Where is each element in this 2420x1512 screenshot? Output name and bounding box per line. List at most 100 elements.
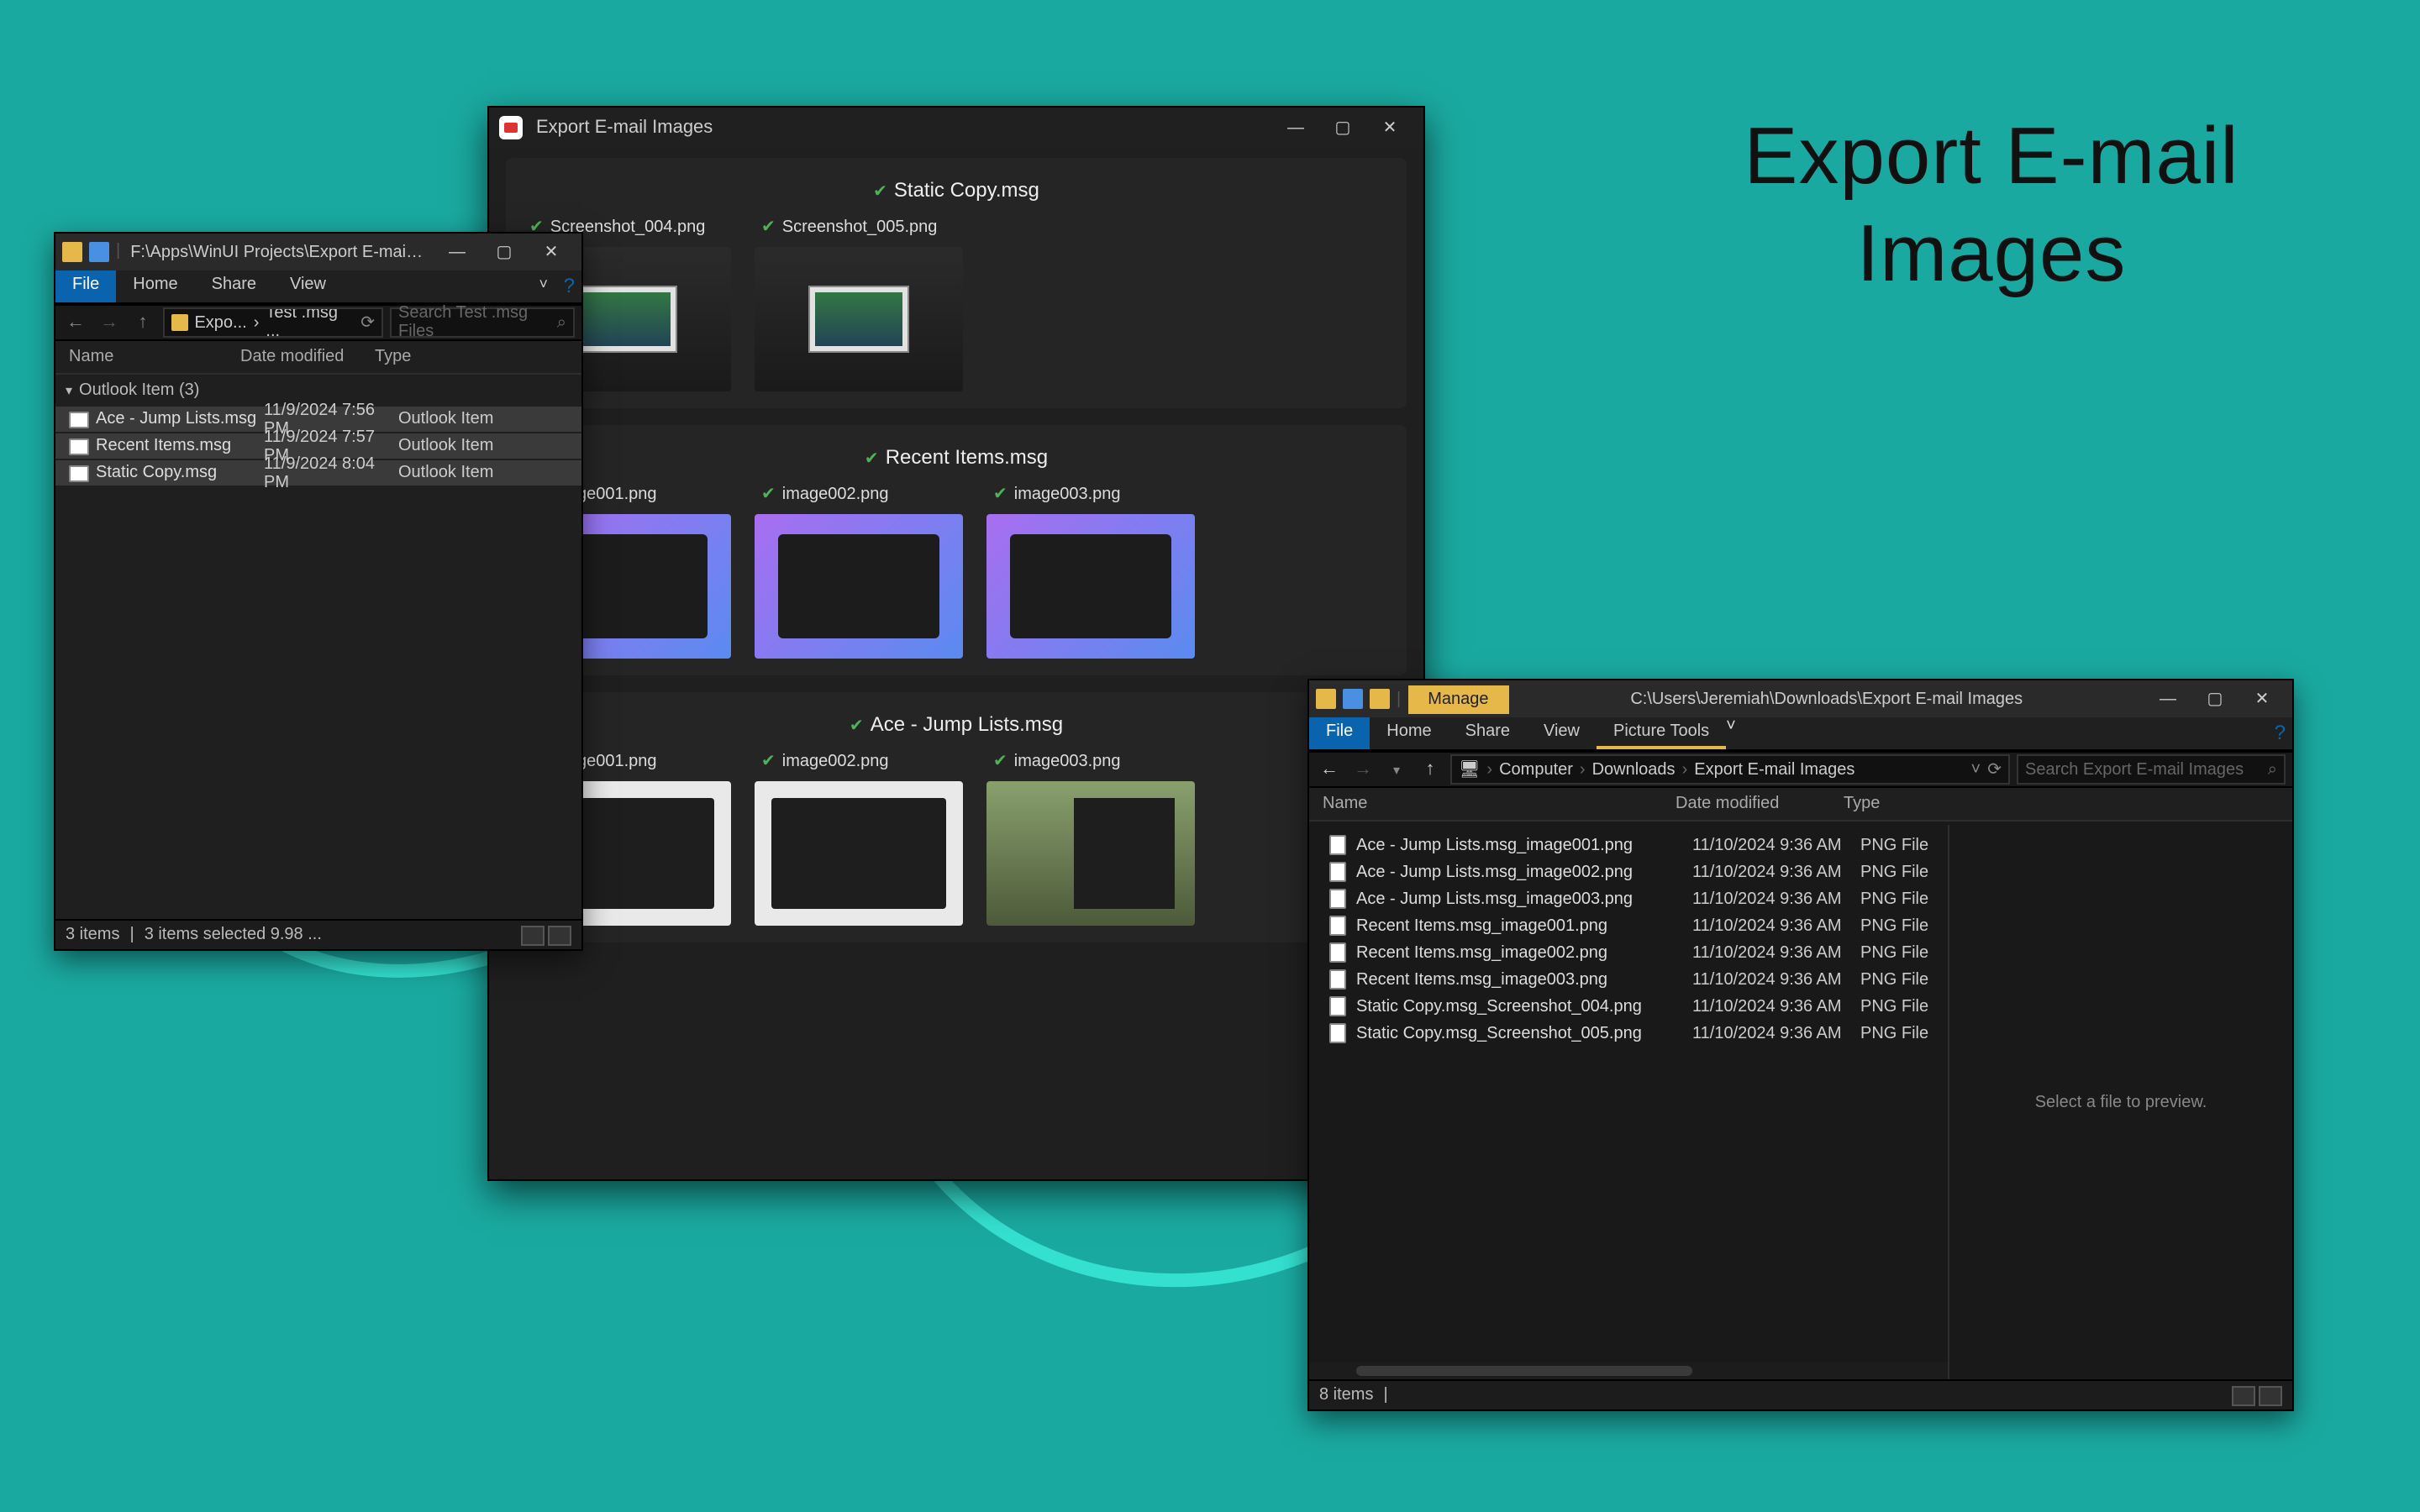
table-row[interactable]: Static Copy.msg_Screenshot_005.png 11/10… <box>1309 1020 1948 1047</box>
image-label: ✔image003.png <box>986 482 1195 507</box>
file-tab[interactable]: File <box>1309 717 1370 749</box>
horizontal-scrollbar[interactable] <box>1309 1362 1948 1379</box>
history-button[interactable]: ▾ <box>1383 762 1410 777</box>
status-bar: 8 items | <box>1309 1379 2292 1410</box>
image-item[interactable]: ✔image003.png <box>986 482 1195 659</box>
breadcrumb[interactable]: Expo... › Test .msg ... ⟳ <box>163 307 383 338</box>
file-date: 11/10/2024 9:36 AM <box>1692 890 1860 908</box>
home-tab[interactable]: Home <box>116 270 194 302</box>
table-row[interactable]: Ace - Jump Lists.msg_image001.png 11/10/… <box>1309 832 1948 858</box>
breadcrumb-seg[interactable]: Test .msg ... <box>266 307 354 338</box>
app-icon <box>499 116 523 139</box>
forward-button[interactable]: → <box>1349 759 1376 780</box>
image-thumbnail[interactable] <box>755 514 963 659</box>
search-placeholder: Search Export E-mail Images <box>2025 760 2244 779</box>
image-file-icon <box>1329 916 1346 936</box>
help-icon[interactable]: ? <box>2275 721 2286 744</box>
image-item[interactable]: ✔image002.png <box>755 749 963 926</box>
file-tab[interactable]: File <box>55 270 116 302</box>
forward-button[interactable]: → <box>96 312 123 333</box>
file-type: PNG File <box>1860 863 1948 881</box>
view-details-icon[interactable] <box>521 925 544 945</box>
breadcrumb-seg[interactable]: Expo... <box>194 313 246 332</box>
view-details-icon[interactable] <box>2232 1385 2255 1405</box>
share-tab[interactable]: Share <box>195 270 273 302</box>
file-name: Recent Items.msg_image002.png <box>1356 943 1692 962</box>
image-item[interactable]: ✔image002.png <box>755 482 963 659</box>
app-titlebar[interactable]: Export E-mail Images — ▢ ✕ <box>489 108 1423 148</box>
columns-header[interactable]: Name Date modified Type <box>1309 788 2292 822</box>
divider: | <box>1383 1386 1387 1404</box>
refresh-icon[interactable]: ⟳ <box>360 313 375 332</box>
breadcrumb-seg[interactable]: Computer <box>1499 760 1573 779</box>
table-row[interactable]: Recent Items.msg_image002.png 11/10/2024… <box>1309 939 1948 966</box>
section-title: ✔Static Copy.msg <box>506 171 1407 215</box>
up-button[interactable]: ↑ <box>129 312 156 333</box>
window-path: F:\Apps\WinUI Projects\Export E-mail Ima… <box>130 243 424 261</box>
table-row[interactable]: Recent Items.msg_image003.png 11/10/2024… <box>1309 966 1948 993</box>
up-button[interactable]: ↑ <box>1417 759 1444 780</box>
image-thumbnail[interactable] <box>755 781 963 926</box>
file-date: 11/9/2024 8:04 PM <box>264 454 398 491</box>
col-type[interactable]: Type <box>375 348 581 366</box>
maximize-button[interactable]: ▢ <box>481 234 528 270</box>
view-large-icon[interactable] <box>548 925 571 945</box>
col-name[interactable]: Name <box>1309 795 1676 813</box>
explorer-window-emails: | F:\Apps\WinUI Projects\Export E-mail I… <box>54 232 583 951</box>
back-button[interactable]: ← <box>62 312 89 333</box>
titlebar[interactable]: | F:\Apps\WinUI Projects\Export E-mail I… <box>55 234 581 270</box>
chevron-right-icon: › <box>1486 760 1492 779</box>
chevron-down-icon: ▾ <box>66 383 72 398</box>
col-date[interactable]: Date modified <box>1676 795 1844 813</box>
view-large-icon[interactable] <box>2259 1385 2282 1405</box>
image-item[interactable]: ✔Screenshot_005.png <box>755 215 963 391</box>
search-input[interactable]: Search Export E-mail Images ⌕ <box>2017 754 2286 785</box>
share-tab[interactable]: Share <box>1449 717 1527 749</box>
picture-tools-tab[interactable]: Picture Tools <box>1597 717 1726 749</box>
ribbon-collapse-icon[interactable]: ˅ <box>539 276 548 292</box>
col-name[interactable]: Name <box>55 348 240 366</box>
divider: | <box>116 242 120 262</box>
image-thumbnail[interactable] <box>986 514 1195 659</box>
home-tab[interactable]: Home <box>1370 717 1448 749</box>
view-tab[interactable]: View <box>1527 717 1597 749</box>
image-thumbnail[interactable] <box>986 781 1195 926</box>
image-file-icon <box>1329 835 1346 855</box>
view-tab[interactable]: View <box>273 270 343 302</box>
breadcrumb-seg[interactable]: Export E-mail Images <box>1694 760 1854 779</box>
ribbon-collapse-icon[interactable]: ˅ <box>1726 717 1736 749</box>
minimize-button[interactable]: — <box>2144 680 2191 717</box>
minimize-button[interactable]: — <box>1272 109 1319 146</box>
close-button[interactable]: ✕ <box>528 234 575 270</box>
file-date: 11/10/2024 9:36 AM <box>1692 1024 1860 1042</box>
table-row[interactable]: Recent Items.msg_image001.png 11/10/2024… <box>1309 912 1948 939</box>
image-item[interactable]: ✔image003.png <box>986 749 1195 926</box>
manage-tab[interactable]: Manage <box>1407 685 1508 713</box>
file-name: Recent Items.msg <box>96 437 264 455</box>
col-type[interactable]: Type <box>1844 795 2292 813</box>
breadcrumb[interactable]: 🖥 › Computer › Downloads › Export E-mail… <box>1450 754 2010 785</box>
columns-header[interactable]: Name Date modified Type <box>55 341 581 375</box>
minimize-button[interactable]: — <box>434 234 481 270</box>
titlebar[interactable]: | Manage C:\Users\Jeremiah\Downloads\Exp… <box>1309 680 2292 717</box>
refresh-icon[interactable]: ⟳ <box>1987 760 2002 779</box>
breadcrumb-seg[interactable]: Downloads <box>1592 760 1676 779</box>
table-row[interactable]: Static Copy.msg_Screenshot_004.png 11/10… <box>1309 993 1948 1020</box>
table-row[interactable]: Static Copy.msg 11/9/2024 8:04 PM Outloo… <box>55 460 581 487</box>
chevron-right-icon: › <box>254 313 260 332</box>
table-row[interactable]: Ace - Jump Lists.msg_image002.png 11/10/… <box>1309 858 1948 885</box>
close-button[interactable]: ✕ <box>1366 109 1413 146</box>
image-file-icon <box>1329 969 1346 990</box>
image-thumbnail[interactable] <box>755 247 963 391</box>
search-placeholder: Search Test .msg Files <box>398 304 557 341</box>
dropdown-icon[interactable]: ˅ <box>1971 760 1981 779</box>
close-button[interactable]: ✕ <box>2238 680 2286 717</box>
col-date[interactable]: Date modified <box>240 348 375 366</box>
maximize-button[interactable]: ▢ <box>2191 680 2238 717</box>
search-input[interactable]: Search Test .msg Files ⌕ <box>390 307 575 338</box>
back-button[interactable]: ← <box>1316 759 1343 780</box>
file-name: Ace - Jump Lists.msg_image003.png <box>1356 890 1692 908</box>
help-icon[interactable]: ? <box>564 274 575 297</box>
table-row[interactable]: Ace - Jump Lists.msg_image003.png 11/10/… <box>1309 885 1948 912</box>
maximize-button[interactable]: ▢ <box>1319 109 1366 146</box>
